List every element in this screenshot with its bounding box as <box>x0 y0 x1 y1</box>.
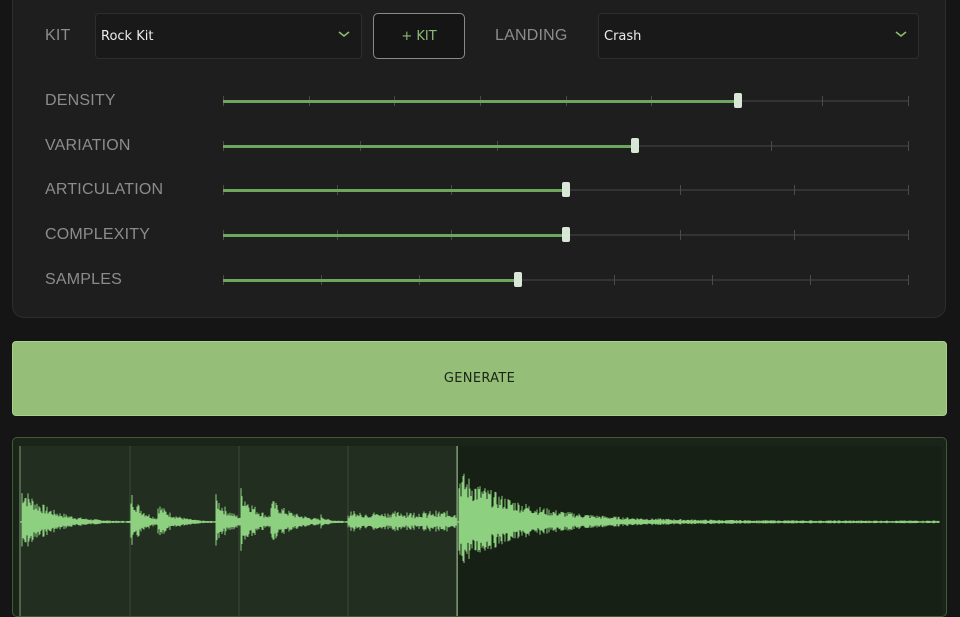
slider-variation[interactable] <box>223 137 909 154</box>
slider-thumb[interactable] <box>513 271 522 287</box>
slider-tick <box>908 185 909 196</box>
slider-fill <box>223 144 635 148</box>
slider-thumb[interactable] <box>562 227 570 243</box>
slider-tick <box>822 96 824 106</box>
slider-tick <box>679 185 681 196</box>
slider-thumb[interactable] <box>562 182 570 198</box>
waveform-display[interactable] <box>12 437 947 617</box>
slider-tick <box>810 274 812 285</box>
landing-select-value: Crash <box>604 29 642 44</box>
kit-select-value: Rock Kit <box>101 29 154 44</box>
slider-fill <box>223 100 738 103</box>
slider-label-complexity: COMPLEXITY <box>45 226 151 244</box>
slider-tick <box>908 140 909 151</box>
slider-tick <box>793 185 795 196</box>
waveform-played-region <box>19 446 458 616</box>
add-kit-button[interactable]: + KIT <box>373 13 465 59</box>
slider-tick <box>712 274 714 285</box>
slider-fill <box>223 189 566 193</box>
slider-tick <box>908 274 909 285</box>
slider-tick <box>793 230 795 241</box>
slider-thumb[interactable] <box>733 93 742 108</box>
slider-label-samples: SAMPLES <box>45 270 122 288</box>
slider-tick <box>679 230 681 241</box>
slider-label-density: DENSITY <box>45 92 116 109</box>
kit-select[interactable]: Rock Kit <box>95 13 362 59</box>
kit-label: KIT <box>45 27 71 44</box>
slider-tick <box>908 230 909 241</box>
slider-samples[interactable] <box>223 271 909 288</box>
landing-select[interactable]: Crash <box>598 13 919 59</box>
slider-label-articulation: ARTICULATION <box>45 181 164 199</box>
slider-complexity[interactable] <box>223 227 909 243</box>
slider-label-variation: VARIATION <box>45 136 131 154</box>
landing-label: LANDING <box>495 27 568 44</box>
chevron-down-icon <box>895 31 907 38</box>
waveform-graphic <box>19 446 942 616</box>
slider-articulation[interactable] <box>223 182 909 198</box>
slider-fill <box>223 234 566 238</box>
generate-button[interactable]: GENERATE <box>12 341 947 416</box>
slider-tick <box>771 140 772 151</box>
slider-thumb[interactable] <box>630 137 639 153</box>
slider-tick <box>614 274 616 285</box>
slider-fill <box>223 278 518 282</box>
chevron-down-icon <box>338 31 350 38</box>
slider-tick <box>908 96 909 106</box>
slider-density[interactable] <box>223 93 909 109</box>
